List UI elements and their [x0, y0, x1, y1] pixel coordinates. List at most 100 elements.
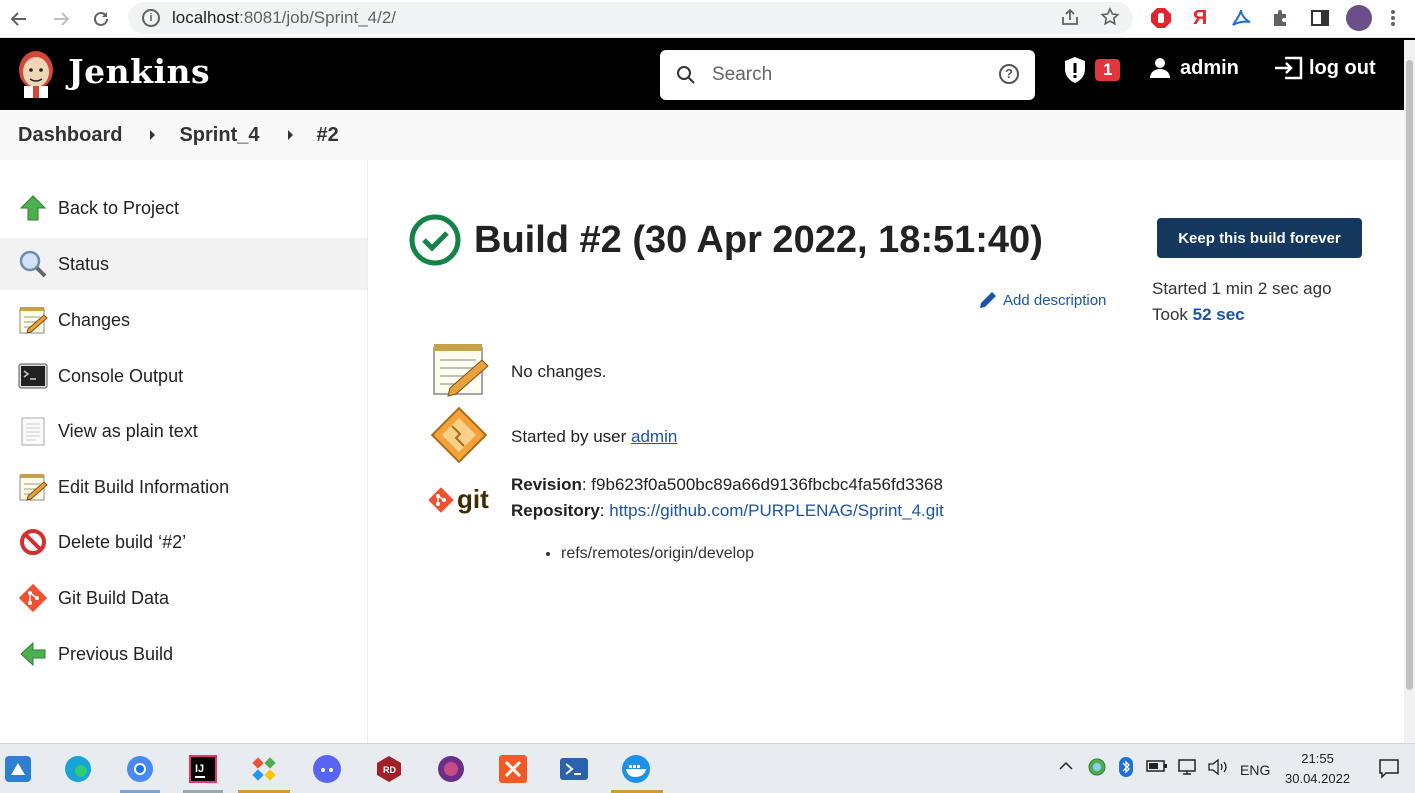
back-arrow-icon[interactable] [4, 4, 34, 34]
xmind-icon[interactable] [497, 753, 529, 785]
repository-link[interactable]: https://github.com/PURPLENAG/Sprint_4.gi… [609, 501, 944, 520]
extensions-puzzle-icon[interactable] [1268, 5, 1294, 31]
network-monitor-icon[interactable] [1177, 757, 1197, 780]
edge-icon[interactable] [62, 753, 94, 785]
git-wordmark: git [457, 484, 489, 514]
sidebar-item-label: View as plain text [58, 420, 198, 441]
volume-icon[interactable] [1207, 757, 1229, 780]
refs-list: refs/remotes/origin/develop [561, 545, 754, 563]
build-title-row: Build #2 (30 Apr 2022, 18:51:40) [408, 213, 1043, 267]
scrollbar-thumb[interactable] [1406, 60, 1413, 690]
notifications-icon[interactable] [1378, 757, 1400, 782]
docker-icon[interactable] [620, 753, 652, 785]
build-duration: Took 52 sec [1152, 305, 1245, 324]
network-globe-icon[interactable] [1087, 757, 1107, 780]
acrobat-icon[interactable] [1228, 5, 1254, 31]
reload-icon[interactable] [86, 4, 116, 34]
sidebar: Back to Project Status Changes Console O… [0, 160, 368, 743]
sidebar-item-label: Status [58, 253, 110, 274]
address-bar[interactable]: i localhost:8081/job/Sprint_4/2/ [128, 2, 1133, 34]
rider-icon[interactable]: RD [373, 753, 405, 785]
user-icon [1150, 58, 1170, 78]
keep-build-forever-button[interactable]: Keep this build forever [1157, 218, 1362, 258]
build-started-time: Started 1 min 2 sec ago [1152, 279, 1332, 298]
duration-link[interactable]: 52 sec [1193, 305, 1245, 324]
git-icon [18, 583, 48, 613]
search-help-icon[interactable]: ? [999, 64, 1019, 84]
system-clock[interactable]: 21:55 30.04.2022 [1285, 749, 1350, 789]
magnifier-icon [19, 250, 47, 278]
side-panel-icon[interactable] [1307, 5, 1333, 31]
sidebar-item-label: Back to Project [58, 197, 180, 218]
list-item: refs/remotes/origin/develop [561, 545, 754, 563]
logout-link[interactable]: log out [1273, 56, 1376, 80]
yandex-icon[interactable]: Я [1187, 5, 1213, 31]
chrome-icon[interactable] [124, 753, 156, 785]
share-icon[interactable] [1060, 7, 1080, 33]
jenkins-brand[interactable]: Jenkins [68, 52, 210, 91]
sidebar-item-previous-build[interactable]: Previous Build [0, 628, 367, 680]
profile-avatar[interactable] [1346, 5, 1372, 31]
breadcrumb-sprint4[interactable]: Sprint_4 [179, 124, 259, 147]
site-info-icon[interactable]: i [142, 9, 160, 27]
intellij-icon[interactable]: IJ [187, 753, 219, 785]
logout-label: log out [1309, 56, 1376, 79]
adblock-icon[interactable] [1148, 5, 1174, 31]
breadcrumb-separator-icon[interactable] [150, 130, 156, 140]
jenkins-logo-icon[interactable] [15, 48, 57, 100]
git-logo: git [428, 484, 489, 515]
build-cause-icon [430, 406, 488, 464]
browser-menu-icon[interactable] [1380, 5, 1406, 31]
clock-date: 30.04.2022 [1285, 771, 1351, 786]
sidebar-item-label: Console Output [58, 365, 184, 386]
document-icon [21, 417, 45, 446]
sidebar-item-label: Previous Build [58, 643, 174, 664]
sidebar-item-plain-text[interactable]: View as plain text [0, 405, 367, 457]
jenkins-header: Jenkins ? 1 admin log out [0, 38, 1415, 110]
tray-chevron-up-icon[interactable] [1058, 758, 1074, 777]
revision-hash: : f9b623f0a500bc89a66d9136fbcbc4fa56fd33… [581, 475, 943, 494]
sourcetree-icon[interactable] [248, 753, 280, 785]
start-icon[interactable] [2, 753, 34, 785]
left-arrow-icon [20, 641, 46, 667]
language-indicator[interactable]: ENG [1240, 762, 1270, 778]
terminal-icon [18, 363, 48, 389]
bookmark-star-icon[interactable] [1100, 7, 1120, 33]
sidebar-item-edit-build-info[interactable]: Edit Build Information [0, 461, 367, 513]
powershell-icon[interactable] [558, 753, 590, 785]
notepad-icon [19, 474, 48, 501]
security-alerts[interactable]: 1 [1063, 56, 1121, 84]
page-title: Build #2 (30 Apr 2022, 18:51:40) [474, 218, 1043, 261]
started-by-user-link[interactable]: admin [631, 427, 677, 446]
sidebar-item-back-to-project[interactable]: Back to Project [0, 182, 367, 234]
sidebar-item-console-output[interactable]: Console Output [0, 350, 367, 402]
sidebar-item-git-build-data[interactable]: Git Build Data [0, 572, 367, 624]
user-link[interactable]: admin [1148, 56, 1239, 80]
sidebar-item-delete-build[interactable]: Delete build ‘#2’ [0, 516, 367, 568]
breadcrumb-dashboard[interactable]: Dashboard [18, 124, 122, 147]
revision-line: Revision: f9b623f0a500bc89a66d9136fbcbc4… [511, 475, 943, 494]
clock-time: 21:55 [1301, 751, 1334, 766]
breadcrumb: Dashboard Sprint_4 #2 [0, 110, 1415, 160]
search-input[interactable] [712, 64, 982, 86]
add-description-label: Add description [1003, 291, 1107, 309]
pencil-icon [980, 292, 996, 308]
git-icon [428, 486, 454, 513]
forward-arrow-icon[interactable] [46, 4, 76, 34]
search-box[interactable]: ? [660, 50, 1035, 100]
bluetooth-icon[interactable] [1118, 757, 1134, 780]
firefox-icon[interactable] [435, 753, 467, 785]
page-scrollbar[interactable] [1404, 40, 1415, 743]
discord-icon[interactable] [311, 753, 343, 785]
sidebar-item-label: Delete build ‘#2’ [58, 531, 187, 552]
battery-icon[interactable] [1146, 758, 1168, 777]
sidebar-item-status[interactable]: Status [0, 238, 367, 290]
no-changes-text: No changes. [511, 362, 607, 381]
add-description-link[interactable]: Add description [977, 289, 1106, 311]
success-check-icon [409, 214, 461, 266]
breadcrumb-build[interactable]: #2 [317, 124, 339, 147]
breadcrumb-separator-icon[interactable] [287, 130, 293, 140]
sidebar-item-changes[interactable]: Changes [0, 294, 367, 346]
user-name: admin [1180, 56, 1239, 79]
svg-text:IJ: IJ [195, 763, 204, 775]
